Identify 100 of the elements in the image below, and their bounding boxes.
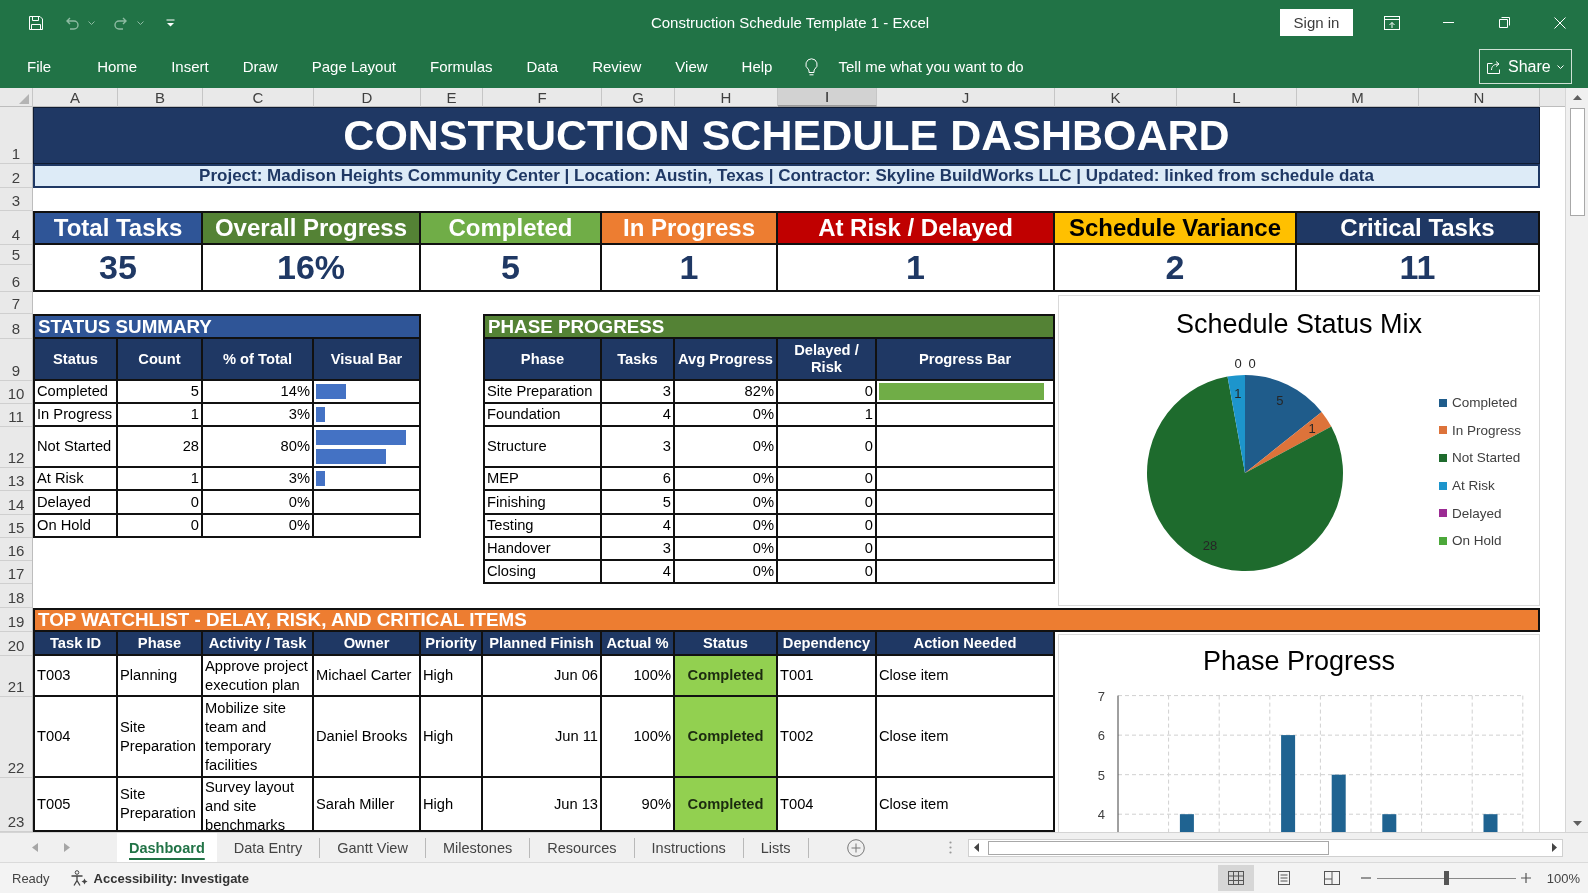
ribbon-tab[interactable]: Draw (225, 51, 295, 82)
ribbon-tab[interactable]: Help (724, 51, 790, 82)
ribbon-tab[interactable]: Insert (154, 51, 226, 82)
row-header[interactable]: 9 (0, 339, 32, 381)
ribbon-tab[interactable]: Data (509, 51, 576, 82)
axis-label: 7 (1097, 688, 1105, 704)
table-cell: Site Preparation (485, 381, 602, 404)
view-button[interactable] (1217, 865, 1254, 891)
row-header[interactable]: 20 (0, 632, 32, 656)
share-button[interactable]: Share (1479, 49, 1572, 84)
row-header[interactable]: 2 (0, 164, 32, 188)
sheet-tab[interactable]: Instructions (634, 837, 744, 858)
arrow-up-icon[interactable] (1572, 95, 1582, 100)
accessibility-button[interactable]: Accessibility: Investigate (69, 870, 249, 886)
row-header[interactable]: 17 (0, 561, 32, 584)
scrollbar-thumb[interactable] (1569, 108, 1585, 216)
table-cell: Approve project execution plan (203, 656, 314, 697)
row-header[interactable]: 13 (0, 468, 32, 491)
row-header[interactable]: 8 (0, 314, 32, 339)
table-cell: Close item (877, 656, 1055, 697)
table-cell: 0% (675, 538, 778, 561)
ribbon-tab[interactable]: Formulas (412, 51, 510, 82)
sheet-tab[interactable]: Resources (530, 837, 635, 858)
data-label: 0 (1234, 355, 1242, 371)
vertical-scrollbar[interactable] (1565, 88, 1588, 832)
row-header[interactable]: 22 (0, 697, 32, 778)
dots-icon[interactable] (948, 841, 952, 854)
row-header[interactable]: 4 (0, 211, 32, 245)
row-header[interactable]: 7 (0, 292, 32, 314)
caret-icon[interactable] (166, 18, 175, 27)
minus-icon[interactable] (1360, 877, 1371, 879)
plus-circle-icon[interactable] (846, 838, 865, 857)
ribbon-tab[interactable]: View (658, 51, 725, 82)
row-header[interactable]: 10 (0, 381, 32, 404)
slider-thumb[interactable] (1443, 871, 1449, 885)
bar (1179, 814, 1194, 832)
table-header-cell: Activity / Task (203, 632, 314, 656)
sheet-tab[interactable]: Lists (743, 837, 809, 858)
table-cell: 4 (602, 515, 675, 538)
row-header[interactable]: 16 (0, 538, 32, 561)
table-cell: 3 (602, 538, 675, 561)
sheet-tab[interactable]: Gantt View (320, 837, 426, 858)
search-field[interactable]: Tell me what you want to do (838, 54, 1069, 79)
row-header[interactable]: 11 (0, 404, 32, 427)
ribbon-tab[interactable]: Review (575, 51, 659, 82)
table-header-cell: Phase (118, 632, 203, 656)
table-header-cell: Owner (314, 632, 421, 656)
table-cell: Jun 13 (483, 778, 602, 832)
horizontal-scrollbar[interactable] (967, 838, 1563, 857)
caret-icon[interactable] (88, 20, 95, 25)
sheet-tab[interactable]: Data Entry (216, 837, 321, 858)
ribbon-tab[interactable]: Home (80, 51, 155, 82)
kpi-label: Total Tasks (35, 213, 203, 245)
table-header-cell: Phase (485, 339, 602, 381)
sheet-tab[interactable]: Milestones (425, 837, 531, 858)
zoom-level[interactable]: 100% (1546, 870, 1580, 886)
table-cell: T004 (778, 778, 877, 832)
arrow-right-icon[interactable] (1551, 843, 1557, 852)
kpi-value: 11 (1297, 245, 1540, 292)
row-header[interactable]: 1 (0, 107, 32, 164)
row-header[interactable]: 19 (0, 608, 32, 632)
table-cell: Handover (485, 538, 602, 561)
window-arrow-icon[interactable] (1384, 15, 1400, 30)
caret-icon[interactable] (137, 20, 144, 25)
row-header[interactable]: 14 (0, 491, 32, 515)
table-cell: 3% (203, 404, 314, 427)
accessibility-icon (69, 870, 88, 886)
row-header[interactable]: 15 (0, 515, 32, 538)
table-header-cell: Visual Bar (314, 339, 421, 381)
row-header[interactable]: 6 (0, 265, 32, 292)
table-cell: 0% (203, 515, 314, 538)
ribbon-tab[interactable]: Page Layout (294, 51, 413, 82)
row-header[interactable]: 12 (0, 427, 32, 468)
table-cell: Daniel Brooks (314, 697, 421, 778)
arrow-down-icon[interactable] (1572, 821, 1582, 826)
kpi-value: 35 (35, 245, 203, 292)
lightbulb-icon[interactable] (805, 57, 819, 76)
plus-icon[interactable] (1520, 873, 1531, 883)
row-header[interactable]: 3 (0, 188, 32, 211)
column-header[interactable]: I (778, 88, 877, 107)
table-cell: Sarah Miller (314, 778, 421, 832)
table-cell: Closing (485, 561, 602, 584)
sign-in-button[interactable]: Sign in (1280, 9, 1353, 36)
ribbon-tab[interactable]: File (10, 51, 69, 82)
scrollbar-thumb[interactable] (987, 840, 1329, 855)
sheet-tab[interactable]: Dashboard (117, 833, 217, 862)
arrow-left-icon[interactable] (973, 843, 979, 852)
row-header[interactable]: 21 (0, 656, 32, 697)
caret-right-icon[interactable] (64, 843, 70, 852)
save-icon[interactable] (28, 14, 44, 31)
table-cell: 6 (602, 468, 675, 491)
table-cell: 4 (602, 561, 675, 584)
status-cell: Completed (675, 656, 778, 697)
row-header[interactable]: 18 (0, 584, 32, 608)
table-header-cell: Delayed / Risk (778, 339, 877, 381)
restore-icon[interactable] (1499, 17, 1510, 28)
row-header[interactable]: 5 (0, 245, 32, 265)
close-icon[interactable] (1554, 16, 1566, 29)
legend-label: On Hold (1452, 533, 1502, 549)
caret-left-icon[interactable] (32, 843, 38, 852)
